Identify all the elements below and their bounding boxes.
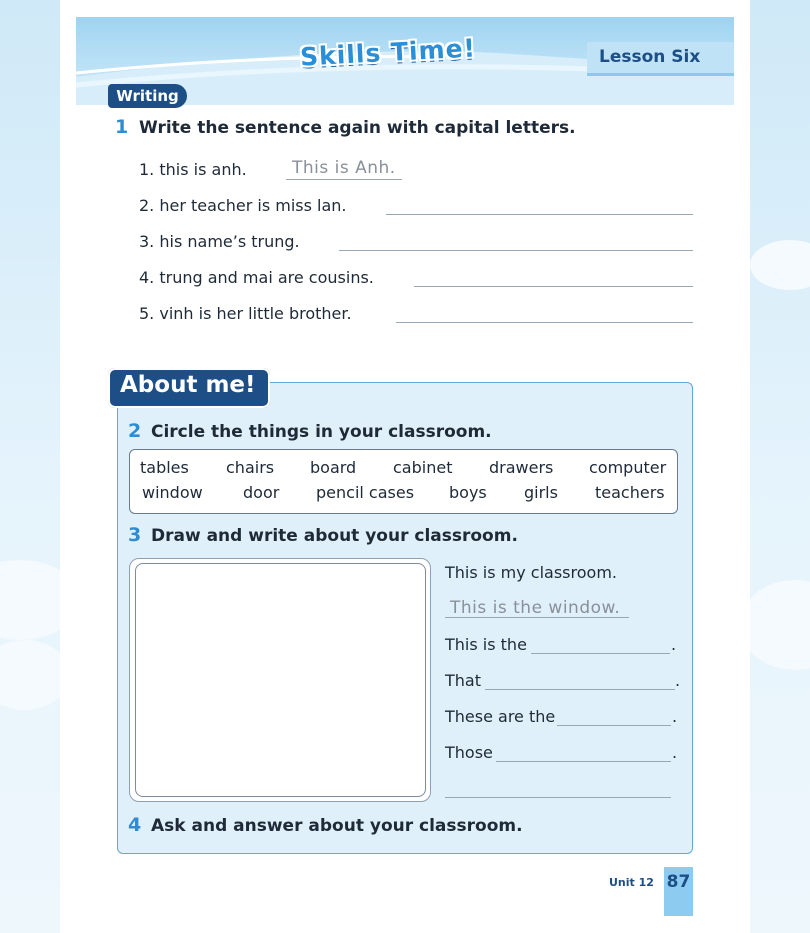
about-me-title: About me! [120,372,256,398]
ex1-item-5: 5. vinh is her little brother. [139,304,352,323]
ex3-write-line-4[interactable] [496,761,671,762]
item-text: his name’s trung. [159,232,300,251]
exercise-4-number: 4 [128,814,142,836]
unit-label: Unit 12 [609,876,654,889]
word-cabinet[interactable]: cabinet [393,458,452,477]
word-door[interactable]: door [243,483,279,502]
word-girls[interactable]: girls [524,483,558,502]
answer-line-4[interactable] [414,286,693,287]
answer-line-2[interactable] [386,214,693,215]
ex3-write-line-1[interactable] [531,653,670,654]
exercise-2-number: 2 [128,420,142,442]
word-tables[interactable]: tables [140,458,189,477]
word-board[interactable]: board [310,458,356,477]
ex3-line-5-dot: . [672,707,678,726]
ex3-answer-example: This is the window. [450,598,621,618]
item-text: vinh is her little brother. [159,304,352,323]
ex3-example-line [445,617,629,618]
item-number: 5. [139,304,155,323]
exercise-4-instruction: Ask and answer about your classroom. [151,816,523,836]
ex1-item-1: 1. this is anh. [139,160,247,179]
ex1-item-3: 3. his name’s trung. [139,232,300,251]
section-tag-writing: Writing [108,84,187,108]
ex1-answer-1[interactable]: This is Anh. [292,158,396,178]
lesson-label: Lesson Six [599,47,701,67]
item-text: this is anh. [159,160,247,179]
page-number: 87 [666,872,691,892]
word-pencil-cases[interactable]: pencil cases [316,483,414,502]
word-computer[interactable]: computer [589,458,666,477]
ex3-line-4-label: That [445,671,481,690]
ex3-line-1: This is my classroom. [445,563,617,582]
exercise-1-number: 1 [115,116,129,138]
ex3-write-line-2[interactable] [485,689,675,690]
item-number: 2. [139,196,155,215]
exercise-3-number: 3 [128,524,142,546]
drawing-area[interactable] [135,563,426,797]
ex3-line-6-dot: . [672,743,678,762]
ex3-line-6-label: Those [445,743,493,762]
word-window[interactable]: window [142,483,203,502]
item-number: 4. [139,268,155,287]
item-number: 1. [139,160,155,179]
ex3-write-line-3[interactable] [557,725,671,726]
ex3-line-3-label: This is the [445,635,527,654]
word-drawers[interactable]: drawers [489,458,553,477]
word-teachers[interactable]: teachers [595,483,665,502]
exercise-2-instruction: Circle the things in your classroom. [151,422,492,442]
answer-line-5[interactable] [396,322,693,323]
exercise-3-instruction: Draw and write about your classroom. [151,526,518,546]
item-number: 3. [139,232,155,251]
ex1-item-2: 2. her teacher is miss lan. [139,196,347,215]
ex3-write-line-5[interactable] [445,797,671,798]
ex3-line-5-label: These are the [445,707,556,726]
answer-line-1[interactable] [286,179,402,180]
ex1-item-4: 4. trung and mai are cousins. [139,268,374,287]
item-text: her teacher is miss lan. [159,196,347,215]
ex3-line-4-dot: . [675,671,681,690]
answer-line-3[interactable] [339,250,693,251]
word-chairs[interactable]: chairs [226,458,274,477]
exercise-1-instruction: Write the sentence again with capital le… [139,118,576,138]
ex3-line-3-dot: . [671,635,677,654]
word-boys[interactable]: boys [449,483,487,502]
item-text: trung and mai are cousins. [159,268,374,287]
